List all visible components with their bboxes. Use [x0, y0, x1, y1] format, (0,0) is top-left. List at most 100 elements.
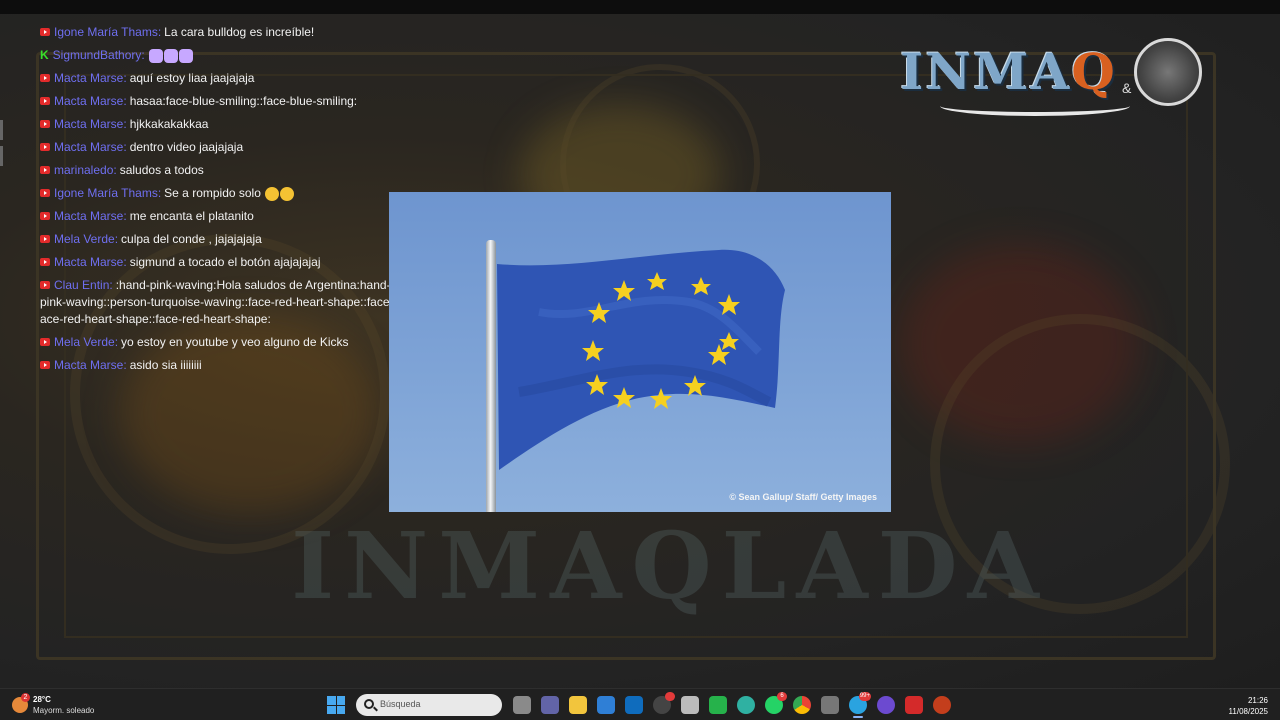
clock-time: 21:26 [1247, 696, 1268, 705]
cat-emote-icon [148, 48, 163, 63]
chat-username: Macta Marse [54, 358, 124, 372]
chat-username: Igone María Thams [54, 186, 158, 200]
chat-message: marinaledo: saludos a todos [40, 162, 492, 179]
app-red-dot-icon[interactable] [653, 692, 675, 714]
search-placeholder: Búsqueda [380, 699, 421, 709]
chat-text: hjkkakakakkaa [129, 117, 209, 131]
settings-icon[interactable] [821, 696, 839, 714]
youtube-icon [40, 119, 50, 128]
chat-text: culpa del conde , jajajajaja [121, 232, 262, 246]
chat-text: yo estoy en youtube y veo alguno de Kick… [121, 335, 349, 349]
chat-username: Macta Marse [54, 94, 124, 108]
laughing-emoji-icon [265, 186, 280, 201]
youtube-icon [40, 188, 50, 197]
chat-username: Macta Marse [54, 140, 124, 154]
store-icon[interactable] [597, 696, 615, 714]
outlook-icon[interactable] [625, 696, 643, 714]
chat-username: Macta Marse [54, 255, 124, 269]
laughing-emoji-icon [280, 186, 295, 201]
file-explorer-icon[interactable] [569, 696, 587, 714]
chat-separator: : [123, 255, 127, 269]
youtube-icon [40, 27, 50, 36]
search-icon [364, 699, 374, 709]
youtube-icon [40, 73, 50, 82]
youtube-icon [40, 142, 50, 151]
youtube-icon [40, 257, 50, 266]
system-clock[interactable]: 21:26 11/08/2025 [1229, 695, 1268, 717]
chat-separator: : [123, 71, 127, 85]
chat-message: Macta Marse: dentro video jaajajaja [40, 139, 492, 156]
youtube-icon [40, 234, 50, 243]
chat-message: K SigmundBathory: [40, 47, 492, 64]
logo-swoosh [940, 96, 1130, 116]
chat-separator: : [123, 358, 127, 372]
teams-icon[interactable] [541, 696, 559, 714]
top-window-bar [0, 0, 1280, 14]
chat-message: Igone María Thams: La cara bulldog es inc… [40, 24, 492, 41]
taskbar-icons: Búsqueda 6 99+ [322, 692, 956, 718]
weather-temperature: 28°C [33, 695, 51, 704]
logo-wordmark: INMAQ [900, 42, 1117, 101]
chat-text: aquí estoy liaa jaajajaja [129, 71, 255, 85]
logo-ampersand: & [1122, 80, 1132, 96]
eu-flag-graphic [497, 249, 785, 470]
chat-message: Macta Marse: hasaa:face-blue-smiling::fac… [40, 93, 492, 110]
whatsapp-badge: 6 [777, 692, 787, 701]
chat-username: Clau Entin [54, 278, 110, 292]
whatsapp-icon[interactable]: 6 [765, 692, 787, 714]
cat-emote-icon [178, 48, 193, 63]
chat-text: asido sia iiiiiiii [129, 358, 202, 372]
telegram-icon[interactable]: 99+ [849, 692, 871, 718]
logo-main-text: INMA [900, 42, 1072, 101]
chat-separator: : [157, 186, 162, 200]
chat-username: Mela Verde [54, 232, 115, 246]
chat-username: Igone María Thams [54, 25, 158, 39]
youtube-icon [40, 337, 50, 346]
telegram-badge: 99+ [858, 692, 871, 701]
obs-icon[interactable] [877, 696, 895, 714]
chrome-icon[interactable] [793, 696, 811, 714]
chat-username: Macta Marse [54, 209, 124, 223]
background-watermark: INMAQLADA [291, 512, 1049, 620]
chat-separator: : [141, 48, 145, 62]
chat-separator: : [123, 94, 127, 108]
taskbar-search[interactable]: Búsqueda [356, 694, 502, 716]
notification-dot [665, 692, 675, 701]
chat-username: marinaledo [54, 163, 114, 177]
chat-separator: : [123, 117, 127, 131]
logo-seal-icon [1134, 38, 1202, 106]
chat-separator: : [109, 278, 113, 292]
chat-separator: : [123, 140, 127, 154]
youtube-icon [40, 96, 50, 105]
left-edge-marks [0, 120, 3, 172]
eu-flag-photo: © Sean Gallup/ Staff/ Getty Images [389, 192, 891, 512]
unity-icon[interactable] [681, 696, 699, 714]
chat-text: sigmund a tocado el botón ajajajajaj [129, 255, 321, 269]
chat-username: Mela Verde [54, 335, 115, 349]
acrobat-icon[interactable] [905, 696, 923, 714]
weather-description: Mayorm. soleado [33, 706, 95, 715]
chat-separator: : [123, 209, 127, 223]
camtasia-icon[interactable] [709, 696, 727, 714]
chat-text: me encanta el platanito [129, 209, 254, 223]
powerpoint-icon[interactable] [933, 696, 951, 714]
chat-username: Macta Marse [54, 117, 124, 131]
active-indicator [853, 716, 863, 718]
youtube-icon [40, 211, 50, 220]
start-icon[interactable] [327, 696, 345, 714]
weather-widget[interactable]: 2 28°C Mayorm. soleado [12, 693, 132, 717]
task-view-icon[interactable] [513, 696, 531, 714]
edge-icon[interactable] [737, 696, 755, 714]
photo-credit: © Sean Gallup/ Staff/ Getty Images [729, 492, 877, 502]
chat-username: Macta Marse [54, 71, 124, 85]
chat-separator: : [114, 335, 119, 349]
chat-text: saludos a todos [119, 163, 204, 177]
chat-separator: : [157, 25, 162, 39]
chat-message: Macta Marse: aquí estoy liaa jaajajaja [40, 70, 492, 87]
logo-q-letter: Q [1071, 42, 1117, 101]
chat-text: La cara bulldog es increíble! [164, 25, 315, 39]
chat-text: Se a rompido solo [164, 186, 261, 200]
kick-icon: K [40, 48, 49, 62]
clock-date: 11/08/2025 [1228, 707, 1268, 716]
chat-separator: : [114, 232, 119, 246]
